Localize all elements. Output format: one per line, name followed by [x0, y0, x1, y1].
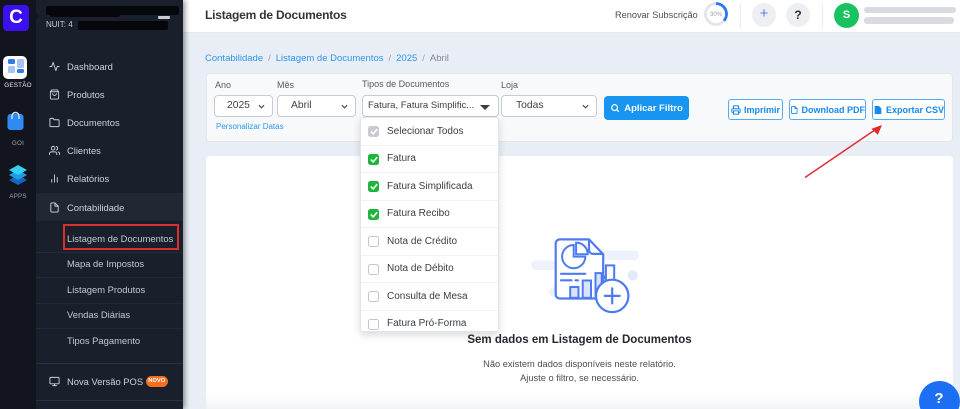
svg-text:30%: 30% — [710, 12, 723, 18]
